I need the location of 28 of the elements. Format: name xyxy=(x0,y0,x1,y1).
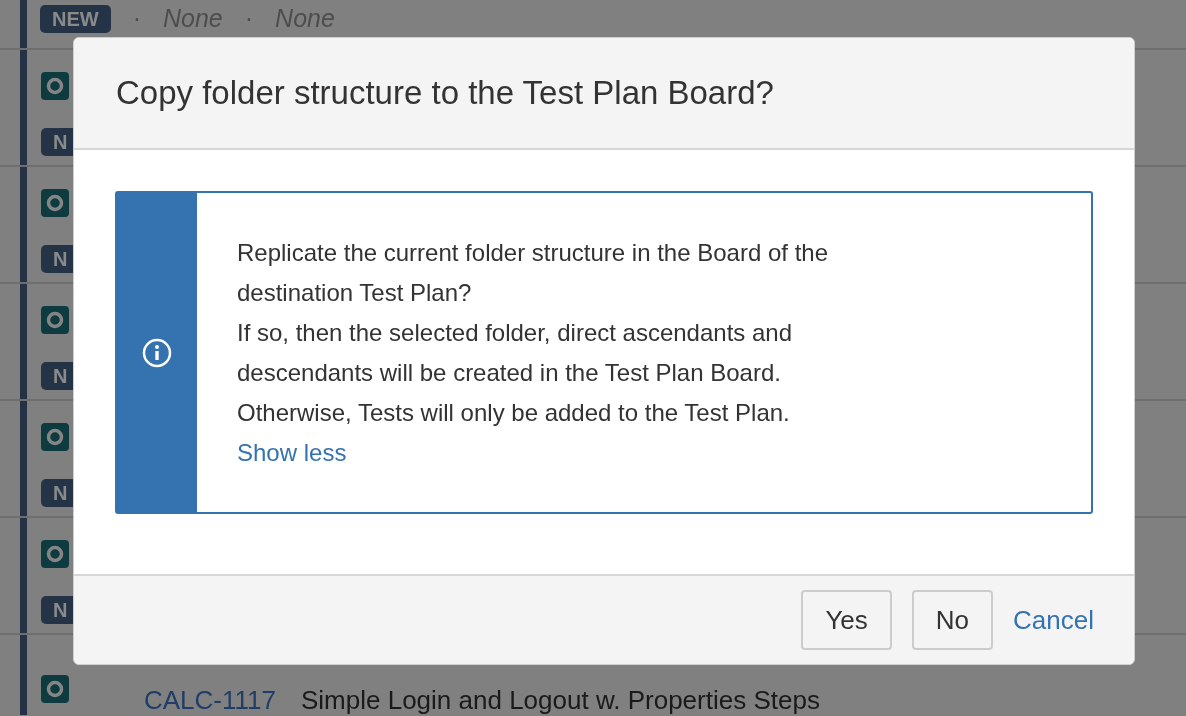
status-badge: N xyxy=(41,128,73,156)
status-icon xyxy=(41,189,69,217)
message-text: descendants will be created in the Test Plan Board. xyxy=(237,358,782,388)
status-icon xyxy=(41,423,69,451)
show-less-link[interactable]: Show less xyxy=(237,433,347,473)
message-text: If so, then the selected folder, direct ascendants and xyxy=(237,318,794,348)
separator-dot: · xyxy=(132,3,141,35)
dialog-title: Copy folder structure to the Test Plan Board? xyxy=(116,73,774,114)
message-text: Otherwise, Tests will only be added to the Test Plan. xyxy=(237,398,791,428)
separator-dot: · xyxy=(244,3,254,35)
issue-key-link[interactable]: CALC-1117 xyxy=(144,681,276,716)
status-icon xyxy=(41,306,69,334)
row-marker xyxy=(20,0,27,48)
cancel-link[interactable]: Cancel xyxy=(1013,600,1094,640)
status-badge: N xyxy=(41,245,73,273)
message-text: Replicate the current folder structure in the Board of the xyxy=(237,238,828,268)
dialog-button[interactable]: Yes xyxy=(801,590,892,650)
status-icon xyxy=(41,674,69,703)
message-text: destination Test Plan? xyxy=(237,278,473,308)
dialog-button[interactable]: No xyxy=(911,590,994,650)
status-badge: N xyxy=(41,596,73,624)
status-badge: N xyxy=(41,362,73,390)
status-badge: N xyxy=(41,479,73,507)
issue-summary: Simple Login and Logout w. Properties Steps xyxy=(301,684,820,716)
status-badge: NEW xyxy=(40,5,111,33)
status-icon xyxy=(41,72,69,100)
status-icon xyxy=(41,540,69,568)
info-icon xyxy=(142,337,172,368)
